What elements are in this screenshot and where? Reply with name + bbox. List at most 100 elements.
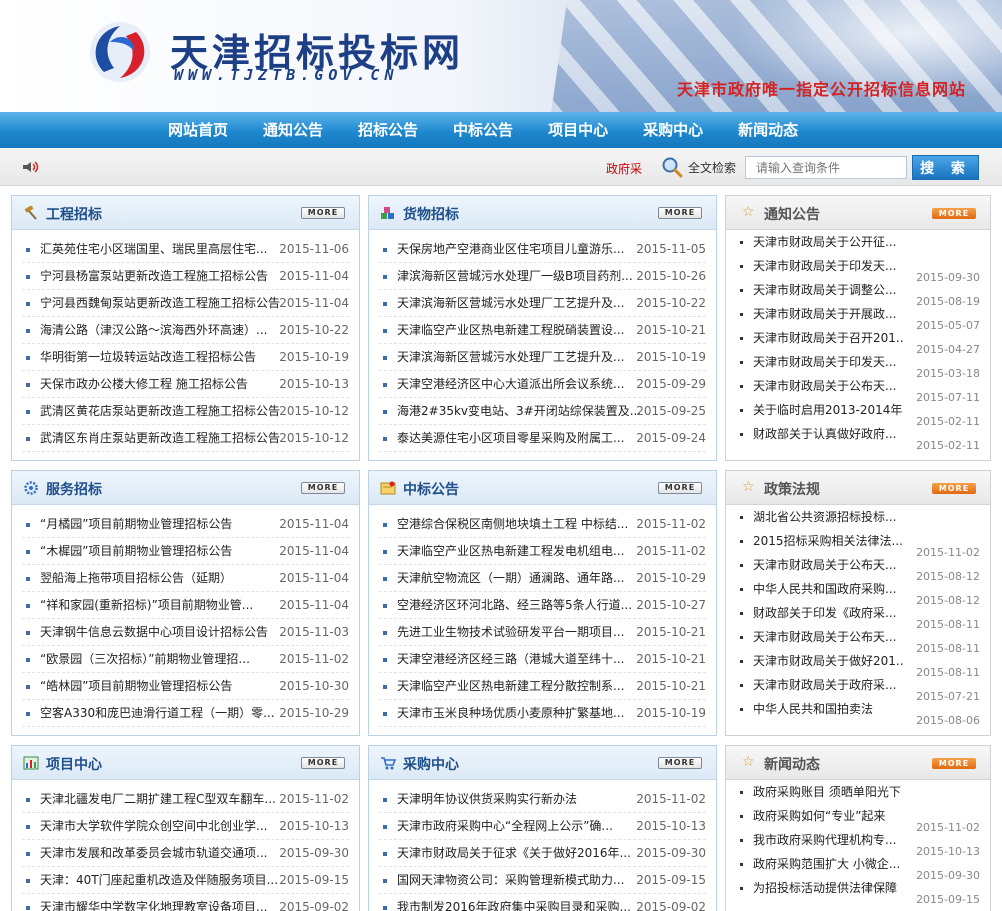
more-button[interactable]: MORE [301, 207, 345, 219]
list-item[interactable]: 空客A330和庞巴迪滑行道工程（一期）零... 2015-10-29 [22, 700, 349, 727]
list-item[interactable]: 宁河县杨富泵站更新改造工程施工招标公告 2015-11-04 [22, 263, 349, 290]
list-item[interactable]: 天津北疆发电厂二期扩建工程C型双车翻车... 2015-11-02 [22, 786, 349, 813]
more-button[interactable]: MORE [301, 757, 345, 769]
list-item[interactable]: 海清公路（津汉公路～滨海西外环高速）... 2015-10-22 [22, 317, 349, 344]
list-item[interactable]: 天津市财政局关于召开201... 2015-04-27 [736, 326, 980, 356]
list-item[interactable]: 中华人民共和国拍卖法 2015-08-06 [736, 697, 980, 727]
search-icon [662, 157, 683, 178]
more-button[interactable]: MORE [658, 207, 702, 219]
list-item[interactable]: 财政部关于印发《政府采... 2015-08-11 [736, 601, 980, 631]
nav-projects[interactable]: 项目中心 [548, 112, 608, 148]
list-item[interactable]: 汇英苑住宅小区瑞国里、瑞民里高层住宅... 2015-11-06 [22, 236, 349, 263]
list-item[interactable]: “木樨园”项目前期物业管理招标公告 2015-11-04 [22, 538, 349, 565]
panel-title: 政策法规 [764, 482, 820, 498]
panel-notices: ☆ 通知公告 MORE 天津市财政局关于公开征... 天津市财政局关于印发天..… [725, 195, 991, 461]
list-item[interactable]: 天津市财政局关于做好201... 2015-08-11 [736, 649, 980, 679]
list-item[interactable]: 华明街第一垃圾转运站改造工程招标公告 2015-10-19 [22, 344, 349, 371]
list-item[interactable]: “皓林园”项目前期物业管理招标公告 2015-10-30 [22, 673, 349, 700]
panel-title: 服务招标 [46, 482, 102, 498]
list-item[interactable]: 政府采购账目 须晒单阳光下 [736, 780, 980, 804]
more-button[interactable]: MORE [932, 208, 976, 219]
nav-news[interactable]: 新闻动态 [738, 112, 798, 148]
list-item[interactable]: 2015招标采购相关法律法... 2015-11-02 [736, 529, 980, 559]
list-item[interactable]: 国网天津物资公司：采购管理新模式助力... 2015-09-15 [379, 867, 706, 894]
list-item[interactable]: 天津空港经济区中心大道派出所会议系统... 2015-09-29 [379, 371, 706, 398]
list-item[interactable]: 天津钢牛信息云数据中心项目设计招标公告 2015-11-03 [22, 619, 349, 646]
list-item[interactable]: 天保房地产空港商业区住宅项目儿童游乐... 2015-11-05 [379, 236, 706, 263]
list-item[interactable]: 翌船海上拖带项目招标公告（延期） 2015-11-04 [22, 565, 349, 592]
list-item[interactable]: 天津市财政局关于公布天... 2015-08-12 [736, 553, 980, 583]
list-item[interactable]: 天津空港经济区经三路（港城大道至纬十... 2015-10-21 [379, 646, 706, 673]
more-button[interactable]: MORE [932, 758, 976, 769]
list-item[interactable]: 天保市政办公楼大修工程 施工招标公告 2015-10-13 [22, 371, 349, 398]
nav-notices[interactable]: 通知公告 [263, 112, 323, 148]
search-button[interactable]: 搜 索 [912, 155, 979, 180]
list-item[interactable]: 武清区黄花店泵站更新改造工程施工招标公告 2015-10-12 [22, 398, 349, 425]
more-button[interactable]: MORE [658, 482, 702, 494]
list-item[interactable]: 天津市发展和改革委员会城市轨道交通项... 2015-09-30 [22, 840, 349, 867]
list-item[interactable]: 天津市财政局关于开展政... 2015-05-07 [736, 302, 980, 332]
list-item[interactable]: 天津明年协议供货采购实行新办法 2015-11-02 [379, 786, 706, 813]
fulltext-search-label: 全文检索 [688, 161, 737, 175]
list-item[interactable]: 天津市财政局关于征求《关于做好2016年... 2015-09-30 [379, 840, 706, 867]
list-item[interactable]: “欧景园（三次招标）”前期物业管理招... 2015-11-02 [22, 646, 349, 673]
list-item[interactable]: 天津市财政局关于政府采... 2015-07-21 [736, 673, 980, 703]
list-item[interactable]: 我市制发2016年政府集中采购目录和采购... 2015-09-02 [379, 894, 706, 911]
list-item[interactable]: 空港经济区环河北路、经三路等5条人行道... 2015-10-27 [379, 592, 706, 619]
star-icon: ☆ [742, 479, 755, 495]
panel-procurement-center: 采购中心 MORE 天津明年协议供货采购实行新办法 2015-11-02 天津市政… [368, 745, 717, 911]
list-item[interactable]: 天津市财政局关于印发天... 2015-09-30 [736, 254, 980, 284]
list-item[interactable]: 天津市耀华中学数字化地理教室设备项目... 2015-09-02 [22, 894, 349, 911]
more-button[interactable]: MORE [658, 757, 702, 769]
list-item[interactable]: 天津临空产业区热电新建工程脱硝装置设... 2015-10-21 [379, 317, 706, 344]
list-item[interactable]: 天津临空产业区热电新建工程分散控制系... 2015-10-21 [379, 673, 706, 700]
search-input[interactable] [745, 156, 907, 179]
more-button[interactable]: MORE [932, 483, 976, 494]
site-slogan: 天津市政府唯一指定公开招标信息网站 [676, 80, 966, 99]
list-item[interactable]: 天津临空产业区热电新建工程发电机组电... 2015-11-02 [379, 538, 706, 565]
list-item[interactable]: 我市政府采购代理机构专... 2015-10-13 [736, 828, 980, 858]
list-item[interactable]: 财政部关于认真做好政府... 2015-02-11 [736, 422, 980, 452]
list-item[interactable]: 宁河县西魏甸泵站更新改造工程施工招标公告 2015-11-04 [22, 290, 349, 317]
list-item[interactable]: 天津市玉米良种场优质小麦原种扩繁基地... 2015-10-19 [379, 700, 706, 727]
list-item[interactable]: 天津市大学软件学院众创空间中北创业学... 2015-10-13 [22, 813, 349, 840]
list-item[interactable]: “祥和家园(重新招标)”项目前期物业管... 2015-11-04 [22, 592, 349, 619]
list-item[interactable]: 泰达美源住宅小区项目零星采购及附属工... 2015-09-24 [379, 425, 706, 452]
list-item[interactable]: 海港2#35kv变电站、3#开闭站综保装置及... 2015-09-25 [379, 398, 706, 425]
list-item[interactable]: 政府采购范围扩大 小微企... 2015-09-30 [736, 852, 980, 882]
chart-icon [23, 756, 39, 770]
nav-procurement[interactable]: 采购中心 [643, 112, 703, 148]
list-item[interactable]: 中华人民共和国政府采购... 2015-08-12 [736, 577, 980, 607]
list-item[interactable]: 湖北省公共资源招标投标... [736, 505, 980, 529]
panel-project-center: 项目中心 MORE 天津北疆发电厂二期扩建工程C型双车翻车... 2015-11-… [11, 745, 360, 911]
nav-home[interactable]: 网站首页 [168, 112, 228, 148]
list-item[interactable]: “月橘园”项目前期物业管理招标公告 2015-11-04 [22, 511, 349, 538]
list-item[interactable]: 空港综合保税区南侧地块填土工程 中标结... 2015-11-02 [379, 511, 706, 538]
speaker-icon [23, 161, 39, 173]
nav-awards[interactable]: 中标公告 [453, 112, 513, 148]
list-item[interactable]: 天津：40T门座起重机改造及伴随服务项目... 2015-09-15 [22, 867, 349, 894]
boxes-icon [381, 207, 394, 219]
list-item[interactable]: 关于临时启用2013-2014年... 2015-02-11 [736, 398, 980, 428]
site-logo-icon [90, 22, 150, 82]
panel-title: 项目中心 [46, 757, 102, 773]
nav-tenders[interactable]: 招标公告 [358, 112, 418, 148]
list-item[interactable]: 政府采购如何“专业”起来 2015-11-02 [736, 804, 980, 834]
list-item[interactable]: 天津市财政局关于公布天... 2015-08-11 [736, 625, 980, 655]
list-item[interactable]: 天津市财政局关于公开征... [736, 230, 980, 254]
scrolling-announcement[interactable]: 政府采 [606, 160, 642, 177]
list-item[interactable]: 天津市财政局关于公布天... 2015-07-11 [736, 374, 980, 404]
more-button[interactable]: MORE [301, 482, 345, 494]
list-item[interactable]: 天津滨海新区营城污水处理厂工艺提升及... 2015-10-22 [379, 290, 706, 317]
list-item[interactable]: 武清区东肖庄泵站更新改造工程施工招标公告 2015-10-12 [22, 425, 349, 452]
list-item[interactable]: 天津市财政局关于调整公... 2015-08-19 [736, 278, 980, 308]
list-item[interactable]: 天津航空物流区（一期）通澜路、通年路... 2015-10-29 [379, 565, 706, 592]
list-item[interactable]: 津滨海新区营城污水处理厂一级B项目药剂... 2015-10-26 [379, 263, 706, 290]
list-item[interactable]: 天津滨海新区营城污水处理厂工艺提升及... 2015-10-19 [379, 344, 706, 371]
list-item: 2012-07-05 [736, 446, 980, 460]
panel-goods-tenders: 货物招标 MORE 天保房地产空港商业区住宅项目儿童游乐... 2015-11-0… [368, 195, 717, 461]
list-item[interactable]: 先进工业生物技术试验研发平台一期项目... 2015-10-21 [379, 619, 706, 646]
list-item[interactable]: 为招投标活动提供法律保障 2015-09-15 [736, 876, 980, 906]
list-item[interactable]: 天津市政府采购中心“全程网上公示”确... 2015-10-13 [379, 813, 706, 840]
list-item[interactable]: 天津市财政局关于印发天... 2015-03-18 [736, 350, 980, 380]
